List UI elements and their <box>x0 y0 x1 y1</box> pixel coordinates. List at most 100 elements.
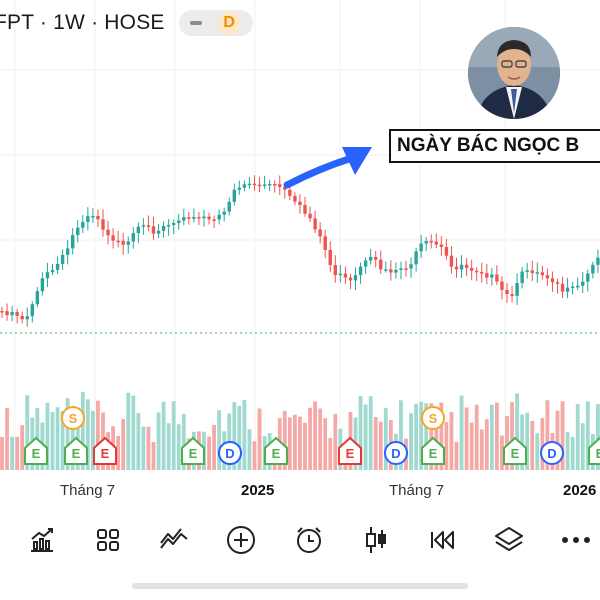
candle <box>242 184 247 188</box>
candle <box>505 289 509 295</box>
candle <box>586 273 590 282</box>
candle <box>525 270 529 272</box>
candle <box>131 233 135 242</box>
volume-bar <box>378 421 383 470</box>
interval-toggle[interactable]: D <box>178 10 253 36</box>
layers-icon[interactable] <box>491 522 527 558</box>
x-axis-label-jul-2024: Tháng 7 <box>60 482 116 499</box>
candle <box>454 266 459 270</box>
candle <box>161 225 166 231</box>
candle <box>267 183 272 186</box>
volume-bar <box>444 422 449 470</box>
earnings-marker[interactable]: E <box>338 436 362 465</box>
candle <box>399 268 403 270</box>
alert-clock-icon[interactable] <box>291 522 327 558</box>
volume-bar <box>10 436 14 470</box>
candle <box>212 219 216 221</box>
candle <box>116 240 120 243</box>
candle <box>247 183 252 186</box>
candle <box>257 184 262 187</box>
x-axis-label-2025: 2025 <box>241 482 275 499</box>
candle <box>328 249 332 266</box>
candle <box>40 278 45 292</box>
candle <box>202 216 206 219</box>
candle <box>76 227 80 236</box>
indicators-icon[interactable] <box>24 522 60 558</box>
more-icon[interactable] <box>558 522 594 558</box>
replay-icon[interactable] <box>424 522 460 558</box>
candle <box>384 269 388 271</box>
home-indicator <box>132 583 468 589</box>
candle-type-icon[interactable] <box>358 522 394 558</box>
marker-label: E <box>189 446 198 461</box>
candle <box>182 217 186 221</box>
volume-bar <box>333 413 338 470</box>
candle <box>45 272 50 279</box>
volume-bar <box>176 424 181 470</box>
dividend-marker[interactable]: D <box>218 441 242 465</box>
layout-grid-icon[interactable] <box>90 522 126 558</box>
volume-bar <box>565 432 570 470</box>
volume-bar <box>328 438 333 470</box>
candle <box>434 241 438 245</box>
candle <box>540 272 545 276</box>
dividend-marker[interactable]: D <box>384 441 408 465</box>
earnings-marker[interactable]: E <box>588 436 600 465</box>
marker-label: E <box>32 446 41 461</box>
volume-bar <box>495 402 499 470</box>
volume-bar <box>479 429 484 470</box>
volume-bar <box>5 408 9 470</box>
candle <box>177 220 181 224</box>
candle <box>121 240 125 245</box>
candle <box>565 287 570 292</box>
collapse-icon[interactable] <box>190 21 203 25</box>
marker-label: E <box>346 446 355 461</box>
candle <box>581 281 585 286</box>
candle <box>419 243 423 252</box>
volume-bar <box>121 419 126 470</box>
candle <box>65 248 70 255</box>
candle <box>500 281 504 290</box>
candle <box>368 256 373 261</box>
x-axis-label-jul-2025: Tháng 7 <box>389 482 445 499</box>
candle <box>464 264 469 268</box>
volume-bar <box>247 429 252 470</box>
candle <box>469 267 474 271</box>
candle <box>424 240 428 244</box>
candle <box>166 224 171 227</box>
candle <box>550 278 555 283</box>
candle <box>343 273 348 278</box>
candle <box>475 270 479 273</box>
split-marker[interactable]: S <box>61 406 85 430</box>
marker-label: E <box>272 446 281 461</box>
candle <box>111 235 115 241</box>
candle <box>313 218 317 230</box>
candle <box>363 260 368 267</box>
candle <box>333 265 337 276</box>
marker-label: S <box>429 411 438 426</box>
candle <box>10 312 14 316</box>
candle <box>20 315 24 320</box>
chart-header: FPT · 1W · HOSE D <box>0 8 253 38</box>
candle <box>490 274 494 278</box>
volume-bar <box>293 414 297 470</box>
candle <box>252 183 257 186</box>
volume-bar <box>323 418 328 470</box>
candle <box>278 184 282 188</box>
add-icon[interactable] <box>223 522 259 558</box>
dividend-marker[interactable]: D <box>540 441 564 465</box>
candle <box>535 272 539 274</box>
candle <box>520 271 524 284</box>
volume-bar <box>474 404 479 470</box>
candle <box>187 217 191 219</box>
symbol-label[interactable]: FPT · 1W · HOSE <box>0 11 165 35</box>
volume-bar <box>414 403 418 470</box>
volume-bar <box>257 408 262 470</box>
candle <box>30 304 34 317</box>
volume-bar <box>535 433 540 470</box>
candle <box>298 201 302 206</box>
drawing-tools-icon[interactable] <box>156 522 192 558</box>
split-marker[interactable]: S <box>421 406 445 430</box>
volume-bar <box>141 426 146 470</box>
candle <box>495 274 499 282</box>
